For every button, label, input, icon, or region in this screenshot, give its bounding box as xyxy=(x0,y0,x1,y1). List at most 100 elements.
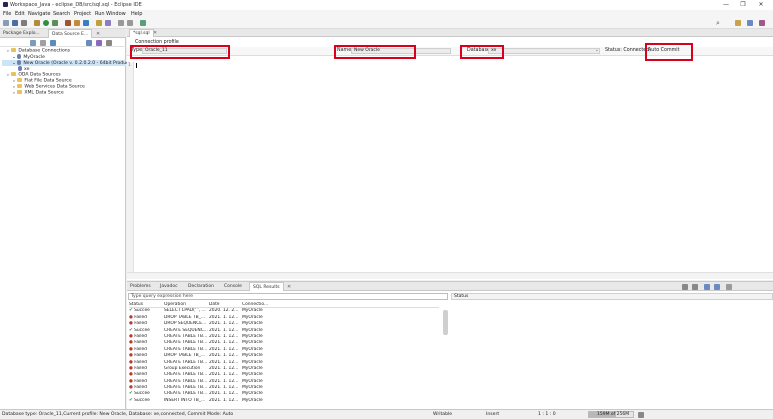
database-perspective-icon[interactable] xyxy=(747,20,753,26)
disconnect-icon[interactable] xyxy=(96,40,102,46)
debug-perspective-icon[interactable] xyxy=(759,20,765,26)
bottom-tabstrip: Problems Javadoc Declaration Console SQL… xyxy=(127,282,773,291)
debug-icon[interactable] xyxy=(34,20,40,26)
result-date: 2021. 1. 12... xyxy=(209,397,239,403)
status-text: Failed xyxy=(134,321,147,327)
tab-sql-results[interactable]: SQL Results xyxy=(249,282,284,291)
minimize-button[interactable]: — xyxy=(720,1,732,9)
java-perspective-icon[interactable] xyxy=(735,20,741,26)
new-java-project-icon[interactable] xyxy=(65,20,71,26)
highlight-database-box xyxy=(460,45,504,59)
results-rows: ✔ Succee SELECT LPAD(' ', ... 2020. 12. 2.… xyxy=(129,308,439,404)
print-icon[interactable] xyxy=(21,20,27,26)
folder-icon xyxy=(11,48,17,52)
tree-item-label: New Oracle (Oracle v. 0.2.0.2.0 - 64bit … xyxy=(23,61,131,66)
close-results-icon[interactable]: ✕ xyxy=(287,284,291,290)
connect-icon[interactable] xyxy=(86,40,92,46)
tree-item-label: XML Data Source xyxy=(24,90,64,96)
status-text: Failed xyxy=(134,333,147,339)
tree-item[interactable]: ⌄ XML Data Source xyxy=(2,90,126,96)
view-menu-bottom-icon[interactable] xyxy=(726,284,732,290)
highlight-name-box xyxy=(334,45,416,59)
database-select[interactable]: xe xyxy=(488,48,600,54)
connection-status-text: Database type: Oracle_11,Current profile… xyxy=(2,412,234,417)
status-bar: Database type: Oracle_11,Current profile… xyxy=(0,409,773,419)
editor-tabstrip: *sql.sql ✕ xyxy=(127,29,773,37)
perspective-icon[interactable] xyxy=(140,20,146,26)
sql-text-area[interactable] xyxy=(137,62,767,272)
bottom-views-panel: Problems Javadoc Declaration Console SQL… xyxy=(127,281,773,409)
tab-sql-file[interactable]: *sql.sql xyxy=(129,29,154,37)
main-toolbar: ⌕ xyxy=(0,18,773,29)
open-type-icon[interactable] xyxy=(96,20,102,26)
menu-window[interactable]: Window xyxy=(106,11,126,17)
menu-edit[interactable]: Edit xyxy=(15,11,25,17)
view-menu-icon[interactable] xyxy=(106,40,112,46)
run-icon[interactable] xyxy=(43,20,49,26)
menu-file[interactable]: File xyxy=(3,11,11,17)
title-bar: Workspace_Java - eclipse_DB/src/sql.sql … xyxy=(0,0,773,10)
database-icon xyxy=(17,60,22,65)
line-number: 1 xyxy=(128,63,131,68)
new-icon[interactable] xyxy=(3,20,9,26)
new-class-icon[interactable] xyxy=(83,20,89,26)
database-icon xyxy=(18,66,22,71)
status-text: Failed xyxy=(134,365,147,371)
tab-problems[interactable]: Problems xyxy=(127,282,154,291)
status-label: Status: Connected, xyxy=(605,48,651,53)
close-tab-icon[interactable]: ✕ xyxy=(96,31,100,37)
line-number-gutter: 1 xyxy=(127,62,134,272)
database-icon xyxy=(17,54,22,59)
tab-javadoc[interactable]: Javadoc xyxy=(157,282,181,291)
menu-help[interactable]: Help xyxy=(131,11,142,17)
sql-editor: *sql.sql ✕ Connection profile Type: Orac… xyxy=(127,29,773,280)
run-external-icon[interactable] xyxy=(52,20,58,26)
folder-icon xyxy=(11,72,17,76)
tab-package-explorer[interactable]: Package Explo... xyxy=(0,29,43,38)
save-icon[interactable] xyxy=(12,20,18,26)
menu-navigate[interactable]: Navigate xyxy=(28,11,50,17)
remove-icon[interactable] xyxy=(682,284,688,290)
tree-item-label: ODA Data Sources xyxy=(18,72,61,78)
query-filter-input[interactable]: Type query expression here xyxy=(128,293,448,300)
maximize-button[interactable]: ❐ xyxy=(737,1,749,9)
menu-run[interactable]: Run xyxy=(95,11,105,17)
tab-declaration[interactable]: Declaration xyxy=(185,282,217,291)
status-pane-header: Status xyxy=(451,293,773,300)
menu-search[interactable]: Search xyxy=(53,11,70,17)
results-scrollbar-thumb[interactable] xyxy=(443,310,448,335)
garbage-collect-icon[interactable] xyxy=(638,412,644,418)
close-button[interactable]: ✕ xyxy=(755,1,767,9)
forward-icon[interactable] xyxy=(127,20,133,26)
table-row[interactable]: ✔ Succee INSERT INTO TB_... 2021. 1. 12...… xyxy=(129,398,439,404)
new-connection-icon[interactable] xyxy=(30,40,36,46)
tab-data-source-explorer[interactable]: Data Source E... xyxy=(48,29,93,38)
status-text: Failed xyxy=(134,346,147,352)
folder-icon xyxy=(17,84,23,88)
filter-icon[interactable] xyxy=(40,40,46,46)
remove-all-icon[interactable] xyxy=(692,284,698,290)
window-title: Workspace_Java - eclipse_DB/src/sql.sql … xyxy=(10,2,142,8)
status-text: Failed xyxy=(134,372,147,378)
chevron-down-icon[interactable]: ⌄ xyxy=(595,48,599,53)
back-icon[interactable] xyxy=(118,20,124,26)
save-result-icon[interactable] xyxy=(714,284,720,290)
menu-project[interactable]: Project xyxy=(74,11,91,17)
status-text: Failed xyxy=(134,359,147,365)
search-icon[interactable]: ⌕ xyxy=(716,19,720,28)
result-status: ✔ Succee xyxy=(129,398,150,404)
writable-indicator: Writable xyxy=(433,412,453,417)
editor-horizontal-scrollbar[interactable] xyxy=(127,272,773,279)
data-source-explorer-panel: Package Explo... Data Source E... ✕ ⌄ Da… xyxy=(0,29,130,409)
status-text: Succee xyxy=(134,391,150,397)
export-icon[interactable] xyxy=(704,284,710,290)
new-package-icon[interactable] xyxy=(74,20,80,26)
result-connection: MyOracle xyxy=(242,397,263,403)
status-text: Succee xyxy=(134,308,150,314)
close-editor-icon[interactable]: ✕ xyxy=(153,30,157,36)
link-icon[interactable] xyxy=(50,40,56,46)
heap-status-bar[interactable]: 159M of 256M xyxy=(588,411,634,418)
tab-console[interactable]: Console xyxy=(221,282,245,291)
search-tool-icon[interactable] xyxy=(105,20,111,26)
status-text: Failed xyxy=(134,385,147,391)
